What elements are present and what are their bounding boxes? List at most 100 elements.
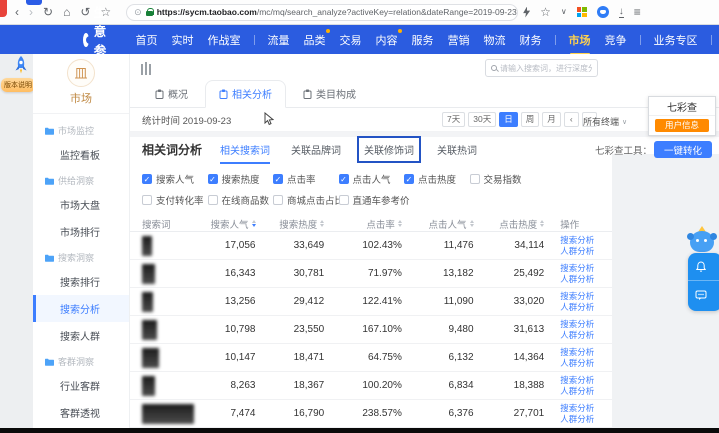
bell-icon[interactable] <box>688 253 719 281</box>
user-info-badge[interactable]: 用户信息 <box>655 119 709 132</box>
sidebar-item[interactable]: 行业客群 <box>33 372 129 399</box>
home-icon[interactable]: ⌂ <box>63 6 70 18</box>
action-link[interactable]: 搜索分析 <box>560 263 594 273</box>
nav-item[interactable]: 交易 <box>340 32 362 48</box>
checkbox-unchecked-icon[interactable] <box>142 195 152 205</box>
tab-item[interactable]: 概况 <box>142 81 201 107</box>
sidebar-item[interactable]: 搜索分析 <box>33 295 129 322</box>
nav-item[interactable]: 作战室 <box>208 32 241 48</box>
sidebar-item[interactable]: 搜索排行 <box>33 268 129 295</box>
checkbox-checked-icon[interactable]: ✓ <box>208 174 218 184</box>
nav-item[interactable]: 品类 <box>304 32 326 48</box>
action-link[interactable]: 搜索分析 <box>560 291 594 301</box>
favorite-star-icon[interactable]: ☆ <box>540 6 551 18</box>
nav-item[interactable]: 营销 <box>448 32 470 48</box>
tab-item[interactable]: 相关分析 <box>205 80 286 108</box>
refresh-icon[interactable]: ↻ <box>43 6 53 18</box>
tab-item[interactable]: 类目构成 <box>290 81 369 107</box>
date-range-button[interactable]: 30天 <box>468 112 496 127</box>
nav-item[interactable]: 实时 <box>172 32 194 48</box>
browser-menu-icon[interactable]: ≡ <box>634 6 641 18</box>
filter-checkbox[interactable]: ✓点击人气 <box>339 172 405 186</box>
checkbox-checked-icon[interactable]: ✓ <box>404 174 414 184</box>
nav-item[interactable]: 财务 <box>520 32 542 48</box>
back-icon[interactable]: ‹ <box>15 6 19 18</box>
filter-checkbox[interactable]: ✓点击热度 <box>404 172 470 186</box>
nav-item[interactable]: 物流 <box>484 32 506 48</box>
action-link[interactable]: 人群分析 <box>560 414 594 424</box>
apps-grid-icon[interactable] <box>577 7 587 17</box>
nav-item[interactable]: 市场 <box>569 32 591 48</box>
action-link[interactable]: 人群分析 <box>560 358 594 368</box>
flash-plugin-icon[interactable] <box>523 7 530 18</box>
toolbar-chevron-icon[interactable]: ∨ <box>561 8 567 16</box>
action-link[interactable]: 人群分析 <box>560 386 594 396</box>
nav-item[interactable]: 业务专区 <box>654 32 698 48</box>
nav-item[interactable]: 流量 <box>268 32 290 48</box>
sidebar-item[interactable]: 市场排行 <box>33 218 129 245</box>
nav-item[interactable]: 服务 <box>412 32 434 48</box>
action-link[interactable]: 搜索分析 <box>560 235 594 245</box>
sort-icon[interactable] <box>540 220 544 227</box>
column-header[interactable]: 点击率 <box>324 217 402 231</box>
forward-icon[interactable]: › <box>29 6 33 18</box>
search-input[interactable] <box>500 64 592 73</box>
sidebar-item[interactable]: 搜索人群 <box>33 322 129 349</box>
action-link[interactable]: 搜索分析 <box>560 375 594 385</box>
filter-checkbox[interactable]: ✓ 搜索人气 <box>142 172 208 186</box>
action-link[interactable]: 搜索分析 <box>560 403 594 413</box>
action-link[interactable]: 人群分析 <box>560 246 594 256</box>
checkbox-checked-icon[interactable]: ✓ <box>339 174 349 184</box>
filter-checkbox[interactable]: 交易指数 <box>470 172 536 186</box>
checkbox-unchecked-icon[interactable] <box>273 195 283 205</box>
filter-checkbox[interactable]: 商城点击占比 <box>273 193 339 207</box>
date-range-button[interactable]: 周 <box>521 112 540 127</box>
filter-checkbox[interactable]: ✓点击率 <box>273 172 339 186</box>
subtab[interactable]: 关联热词 <box>437 142 477 157</box>
action-link[interactable]: 人群分析 <box>560 330 594 340</box>
checkbox-checked-icon[interactable]: ✓ <box>142 174 152 184</box>
column-header[interactable]: 搜索人气 <box>202 217 256 231</box>
sidebar-item[interactable]: 监控看板 <box>33 141 129 168</box>
chat-icon[interactable] <box>688 281 719 309</box>
reader-mode-icon[interactable]: ⊙ <box>134 7 142 18</box>
nav-item[interactable]: 首页 <box>136 32 158 48</box>
prev-period-button[interactable]: ‹ <box>564 112 579 127</box>
messenger-extension-icon[interactable] <box>597 6 609 18</box>
terminal-dropdown[interactable]: 所有终端 ∨ <box>583 115 627 128</box>
subtab[interactable]: 相关搜索词 <box>220 142 270 157</box>
convert-button[interactable]: 一键转化 <box>654 141 712 158</box>
subtab[interactable]: 关联修饰词 <box>357 136 421 163</box>
mascot-icon[interactable] <box>689 226 715 254</box>
date-range-button[interactable]: 7天 <box>442 112 465 127</box>
column-header[interactable]: 点击人气 <box>402 217 474 231</box>
address-bar[interactable]: ⊙ https://sycm.taobao.com/mc/mq/search_a… <box>126 4 518 21</box>
sidebar-item[interactable]: 客群透视 <box>33 399 129 426</box>
action-link[interactable]: 搜索分析 <box>560 347 594 357</box>
extension-menu-item[interactable]: 七彩查 <box>649 97 715 116</box>
filter-checkbox[interactable]: 直通车参考价 <box>339 193 405 207</box>
filter-checkbox[interactable]: ✓搜索热度 <box>208 172 274 186</box>
filter-label: 搜索人气 <box>156 172 194 186</box>
column-header[interactable]: 点击热度 <box>474 217 545 231</box>
extension-menu-item[interactable]: 用户信息 <box>649 116 715 135</box>
action-link[interactable]: 人群分析 <box>560 274 594 284</box>
sidebar-item[interactable]: 市场大盘 <box>33 191 129 218</box>
collapse-handle-icon[interactable] <box>141 62 151 75</box>
filter-checkbox[interactable]: 支付转化率 <box>142 193 208 207</box>
subtab[interactable]: 关联品牌词 <box>291 142 341 157</box>
checkbox-checked-icon[interactable]: ✓ <box>273 174 283 184</box>
nav-item[interactable]: 竞争 <box>605 32 627 48</box>
date-range-button[interactable]: 月 <box>542 112 561 127</box>
filter-checkbox[interactable]: 在线商品数 <box>208 193 274 207</box>
checkbox-unchecked-icon[interactable] <box>208 195 218 205</box>
checkbox-unchecked-icon[interactable] <box>339 195 349 205</box>
action-link[interactable]: 搜索分析 <box>560 319 594 329</box>
nav-item[interactable]: 内容 <box>376 32 398 48</box>
action-link[interactable]: 人群分析 <box>560 302 594 312</box>
column-header[interactable]: 搜索热度 <box>256 217 325 231</box>
checkbox-unchecked-icon[interactable] <box>470 174 480 184</box>
date-range-button[interactable]: 日 <box>499 112 518 127</box>
keyword-search-box[interactable] <box>485 59 598 77</box>
download-icon[interactable]: ↓ <box>619 7 624 18</box>
